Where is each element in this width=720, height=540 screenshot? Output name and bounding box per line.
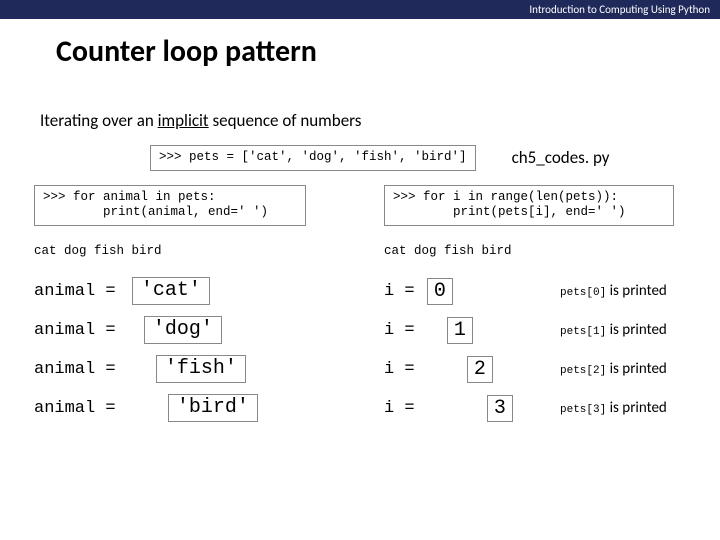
right-step-value: 1	[447, 317, 473, 344]
left-step-label: animal =	[34, 282, 126, 301]
right-step-label: i =	[384, 282, 425, 301]
printed-code: pets[0]	[560, 287, 606, 299]
right-step-row: i = 1 pets[1] is printed	[384, 311, 704, 350]
printed-label: pets[2] is printed	[560, 360, 667, 378]
printed-label: pets[1] is printed	[560, 321, 667, 339]
subtitle-prefix: Iterating over an	[40, 110, 158, 131]
right-step-label: i =	[384, 321, 425, 340]
left-step-row: animal = 'fish'	[34, 350, 384, 389]
right-step-row: i = 0 pets[0] is printed	[384, 272, 704, 311]
right-code: >>> for i in range(len(pets)): print(pet…	[384, 185, 674, 226]
left-code: >>> for animal in pets: print(animal, en…	[34, 185, 306, 226]
left-step-label: animal =	[34, 360, 126, 379]
left-step-value: 'fish'	[156, 355, 246, 383]
right-step-row: i = 3 pets[3] is printed	[384, 389, 704, 428]
right-step-row: i = 2 pets[2] is printed	[384, 350, 704, 389]
course-label: Introduction to Computing Using Python	[529, 3, 710, 16]
printed-text: is printed	[606, 321, 667, 339]
left-step-row: animal = 'bird'	[34, 389, 384, 428]
printed-text: is printed	[606, 360, 667, 378]
slide-title: Counter loop pattern	[56, 33, 720, 70]
printed-code: pets[3]	[560, 404, 606, 416]
left-step-label: animal =	[34, 399, 126, 418]
right-step-value: 3	[487, 395, 513, 422]
left-step-row: animal = 'dog'	[34, 311, 384, 350]
left-step-value: 'dog'	[144, 316, 222, 344]
right-step-label: i =	[384, 360, 425, 379]
printed-label: pets[0] is printed	[560, 282, 667, 300]
left-step-row: animal = 'cat'	[34, 272, 384, 311]
printed-text: is printed	[606, 399, 667, 417]
pets-definition-code: >>> pets = ['cat', 'dog', 'fish', 'bird'…	[150, 145, 476, 171]
file-label: ch5_codes. py	[512, 147, 610, 168]
printed-code: pets[2]	[560, 365, 606, 377]
right-output: cat dog fish bird	[384, 244, 704, 258]
right-column: >>> for i in range(len(pets)): print(pet…	[384, 185, 704, 428]
printed-text: is printed	[606, 282, 667, 300]
left-step-value: 'cat'	[132, 277, 210, 305]
subtitle: Iterating over an implicit sequence of n…	[40, 110, 720, 131]
left-step-value: 'bird'	[168, 394, 258, 422]
subtitle-underlined: implicit	[158, 110, 209, 131]
left-step-label: animal =	[34, 321, 126, 340]
subtitle-suffix: sequence of numbers	[209, 110, 362, 131]
right-step-value: 0	[427, 278, 453, 305]
left-column: >>> for animal in pets: print(animal, en…	[34, 185, 384, 428]
printed-label: pets[3] is printed	[560, 399, 667, 417]
printed-code: pets[1]	[560, 326, 606, 338]
header-bar: Introduction to Computing Using Python	[0, 0, 720, 19]
top-row: >>> pets = ['cat', 'dog', 'fish', 'bird'…	[0, 145, 720, 171]
two-column: >>> for animal in pets: print(animal, en…	[0, 185, 720, 428]
left-output: cat dog fish bird	[34, 244, 384, 258]
right-step-value: 2	[467, 356, 493, 383]
right-step-label: i =	[384, 399, 425, 418]
